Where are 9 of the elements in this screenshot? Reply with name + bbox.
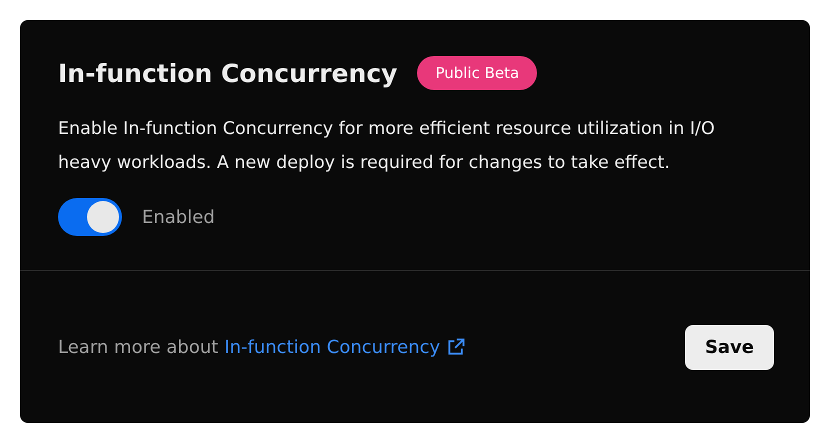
toggle-label: Enabled [142, 206, 215, 228]
toggle-switch[interactable] [58, 198, 122, 236]
docs-link[interactable]: In-function Concurrency [224, 336, 466, 358]
save-button[interactable]: Save [684, 324, 774, 370]
external-link-icon [446, 337, 466, 357]
card-title: In-function Concurrency [58, 58, 398, 88]
description: Enable In-function Concurrency for more efficient resource utilization in I/O heavy workloads. A new deploy is required for changes to take effect. [58, 118, 716, 175]
beta-badge: Public Beta [417, 56, 538, 90]
learn-more-text: Learn more about [58, 336, 218, 358]
